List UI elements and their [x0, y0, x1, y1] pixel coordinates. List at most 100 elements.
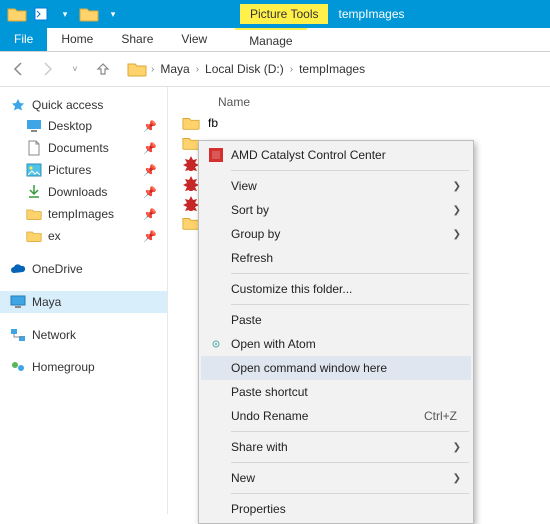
menu-label: Open with Atom [231, 337, 316, 351]
tab-manage[interactable]: Manage [235, 28, 306, 51]
recent-dropdown-icon[interactable]: ˅ [64, 58, 86, 80]
menu-item-refresh[interactable]: Refresh [201, 246, 471, 270]
tab-file[interactable]: File [0, 28, 47, 51]
menu-label: AMD Catalyst Control Center [231, 148, 386, 162]
star-icon [10, 97, 26, 113]
menu-item-customize-this-folder[interactable]: Customize this folder... [201, 277, 471, 301]
tab-home[interactable]: Home [47, 28, 107, 51]
sidebar-label: Documents [48, 141, 109, 155]
back-button[interactable] [8, 58, 30, 80]
sidebar-item-pictures[interactable]: Pictures📌 [0, 159, 167, 181]
menu-item-group-by[interactable]: Group by ❯ [201, 222, 471, 246]
menu-separator [231, 273, 469, 274]
quick-access-label: Quick access [32, 98, 103, 112]
file-item[interactable]: fb [178, 113, 540, 133]
sidebar-item-tempimages[interactable]: tempImages 📌 [0, 203, 167, 225]
documents-icon [26, 140, 42, 156]
menu-item-undo-rename[interactable]: Undo Rename Ctrl+Z [201, 404, 471, 428]
sidebar-label: Desktop [48, 119, 92, 133]
menu-label: Customize this folder... [231, 282, 352, 296]
menu-label: Group by [231, 227, 280, 241]
chevron-right-icon[interactable]: › [196, 64, 199, 75]
sidebar-label: Downloads [48, 185, 107, 199]
menu-separator [231, 493, 469, 494]
pin-icon[interactable]: 📌 [143, 230, 157, 243]
sidebar-item-homegroup[interactable]: Homegroup [0, 357, 167, 377]
quick-access-header[interactable]: Quick access [0, 95, 167, 115]
chevron-right-icon[interactable]: › [290, 64, 293, 75]
new-folder-icon[interactable] [78, 3, 100, 25]
sidebar-item-desktop[interactable]: Desktop 📌 [0, 115, 167, 137]
qat-dropdown-icon[interactable]: ▾ [102, 3, 124, 25]
folder-icon [26, 206, 42, 222]
file-name: fb [208, 116, 218, 130]
tab-share[interactable]: Share [107, 28, 167, 51]
pin-icon[interactable]: 📌 [143, 208, 157, 221]
forward-button[interactable] [36, 58, 58, 80]
window-title: tempImages [328, 5, 414, 23]
up-button[interactable] [92, 58, 114, 80]
menu-label: Open command window here [231, 361, 387, 375]
desktop-icon [26, 118, 42, 134]
sidebar-item-thispc[interactable]: Maya [0, 291, 167, 313]
chevron-right-icon: ❯ [453, 473, 461, 484]
menu-item-properties[interactable]: Properties [201, 497, 471, 521]
sidebar-item-downloads[interactable]: Downloads 📌 [0, 181, 167, 203]
menu-label: Undo Rename [231, 409, 308, 423]
pin-icon[interactable]: 📌 [143, 164, 157, 177]
network-icon [10, 327, 26, 343]
breadcrumb[interactable]: › Maya › Local Disk (D:) › tempImages [120, 58, 374, 80]
monitor-icon [10, 294, 26, 310]
sidebar-item-network[interactable]: Network [0, 325, 167, 345]
context-menu: AMD Catalyst Control CenterView❯Sort by❯… [198, 140, 474, 524]
homegroup-icon [10, 359, 26, 375]
pin-icon[interactable]: 📌 [143, 142, 157, 155]
atom-icon [207, 335, 225, 353]
pin-icon[interactable]: 📌 [143, 120, 157, 133]
contextual-tab[interactable]: Picture Tools [240, 4, 328, 24]
tab-view[interactable]: View [167, 28, 221, 51]
chevron-right-icon: ❯ [453, 229, 461, 240]
sidebar-item-ex[interactable]: ex 📌 [0, 225, 167, 247]
sidebar-item-documents[interactable]: Documents 📌 [0, 137, 167, 159]
menu-label: Share with [231, 440, 288, 454]
sidebar-label: tempImages [48, 207, 114, 221]
sidebar-label: Network [32, 328, 76, 342]
sidebar-label: ex [48, 229, 61, 243]
pictures-icon [26, 162, 42, 178]
crumb[interactable]: tempImages [297, 62, 367, 76]
ribbon-tabs: File Home Share View Manage [0, 28, 550, 52]
cloud-icon [10, 261, 26, 277]
menu-item-paste-shortcut[interactable]: Paste shortcut [201, 380, 471, 404]
menu-label: Refresh [231, 251, 273, 265]
menu-item-view[interactable]: View❯ [201, 174, 471, 198]
menu-item-open-with-atom[interactable]: Open with Atom [201, 332, 471, 356]
folder-icon [127, 61, 147, 77]
folder-icon [182, 115, 200, 131]
menu-item-new[interactable]: New❯ [201, 466, 471, 490]
menu-separator [231, 462, 469, 463]
column-header-name[interactable]: Name [178, 91, 540, 113]
chevron-right-icon[interactable]: › [151, 64, 154, 75]
navigation-pane: Quick access Desktop📌Documents📌Pictures📌… [0, 87, 168, 514]
menu-item-amd-catalyst-control-center[interactable]: AMD Catalyst Control Center [201, 143, 471, 167]
menu-item-sort-by[interactable]: Sort by❯ [201, 198, 471, 222]
menu-separator [231, 170, 469, 171]
crumb[interactable]: Maya [158, 62, 191, 76]
folder-icon[interactable] [6, 3, 28, 25]
menu-item-open-command-window-here[interactable]: Open command window here [201, 356, 471, 380]
address-bar: ˅ › Maya › Local Disk (D:) › tempImages [0, 52, 550, 86]
sidebar-item-onedrive[interactable]: OneDrive [0, 259, 167, 279]
crumb[interactable]: Local Disk (D:) [203, 62, 286, 76]
menu-separator [231, 304, 469, 305]
properties-icon[interactable] [30, 3, 52, 25]
menu-label: Sort by [231, 203, 269, 217]
downloads-icon [26, 184, 42, 200]
pin-icon[interactable]: 📌 [143, 186, 157, 199]
shortcut-label: Ctrl+Z [424, 409, 457, 423]
qat-dropdown-icon[interactable]: ▾ [54, 3, 76, 25]
title-bar: ▾ ▾ Picture Tools tempImages [0, 0, 550, 28]
sidebar-label: Homegroup [32, 360, 95, 374]
menu-item-paste[interactable]: Paste [201, 308, 471, 332]
menu-item-share-with[interactable]: Share with❯ [201, 435, 471, 459]
